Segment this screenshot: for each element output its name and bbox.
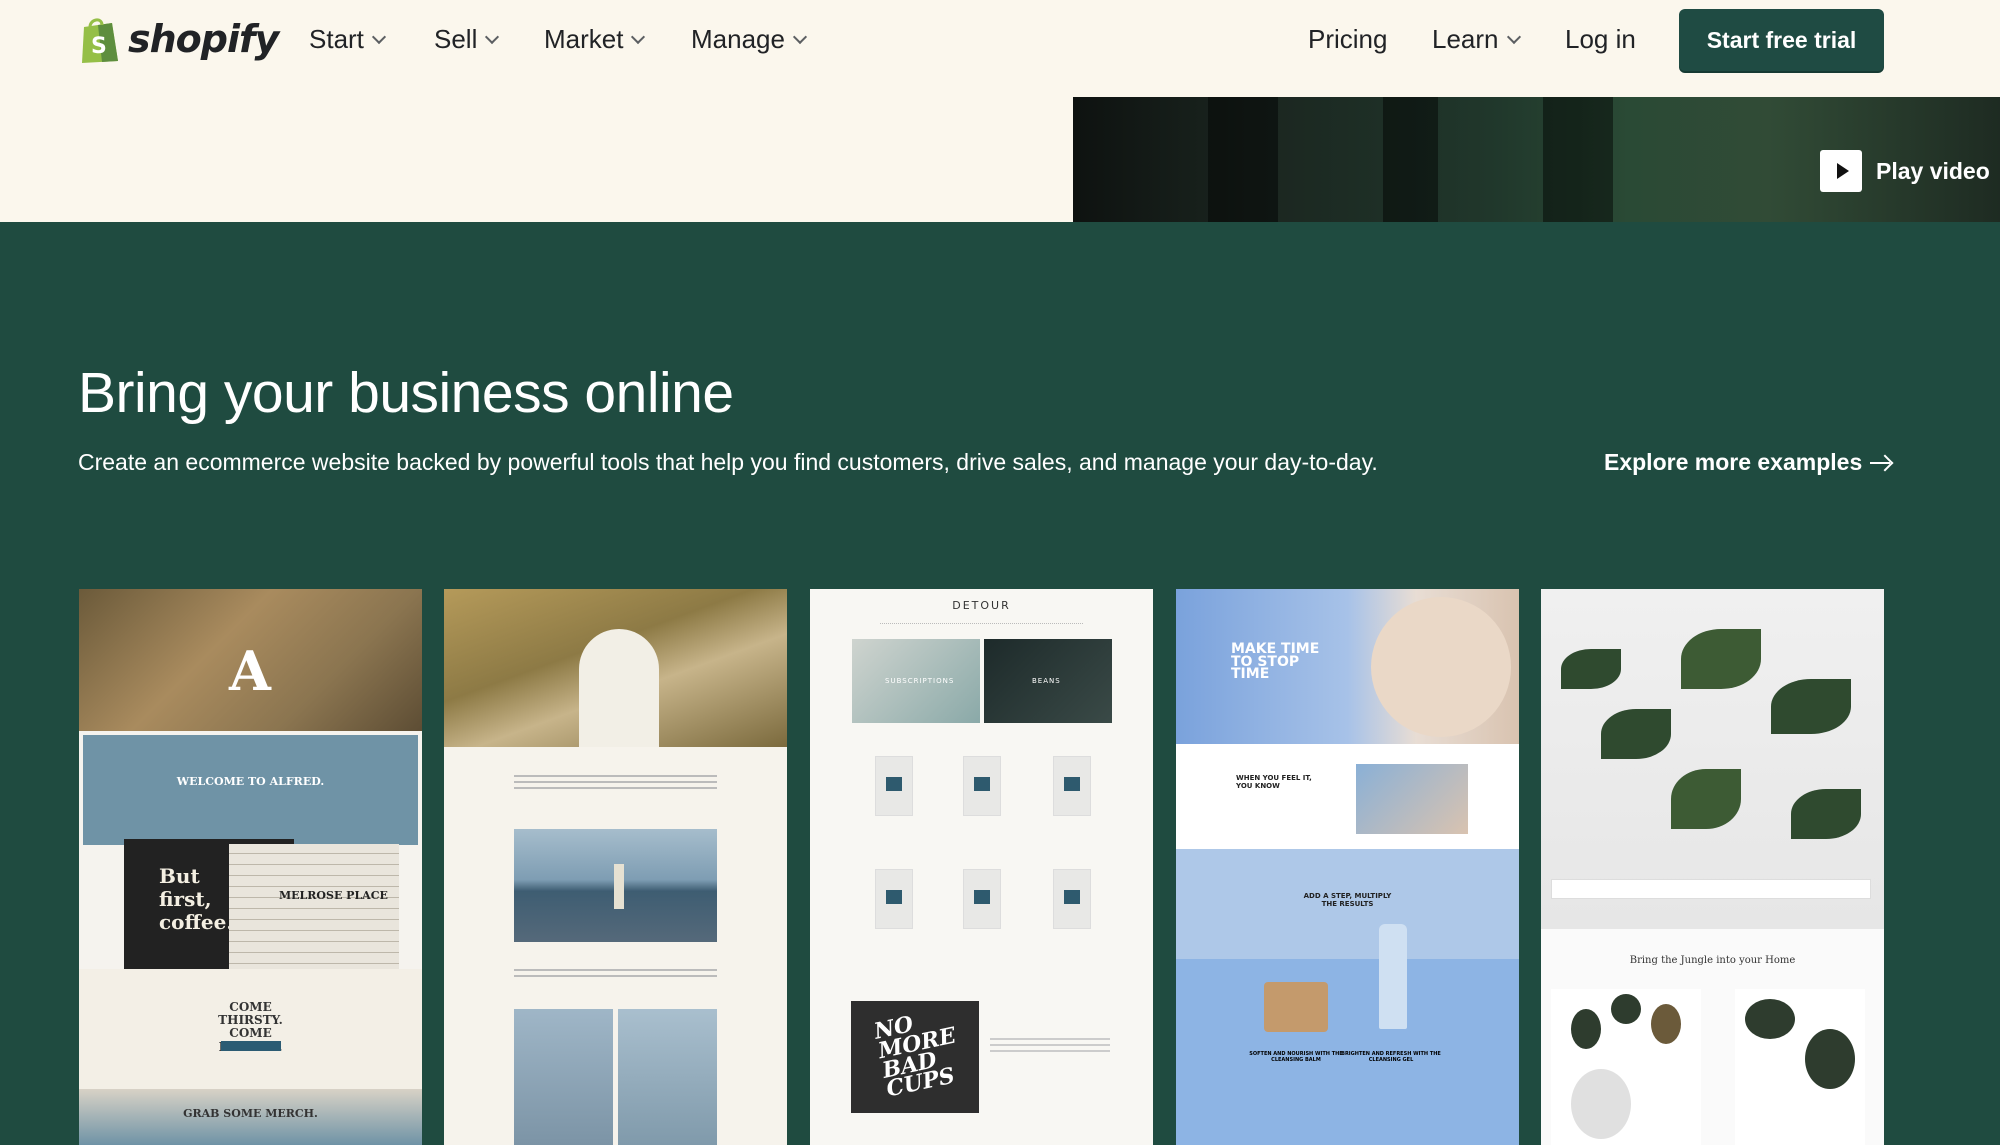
detour-beans-label: BEANS bbox=[1032, 677, 1061, 685]
jungle-leaf bbox=[1651, 1004, 1681, 1044]
nav-market-label: Market bbox=[544, 24, 624, 54]
jungle-leaf bbox=[1611, 994, 1641, 1024]
skincare-gel-tube bbox=[1379, 924, 1407, 1029]
skincare-model-face bbox=[1371, 597, 1511, 737]
detour-subscriptions-label: SUBSCRIPTIONS bbox=[885, 677, 955, 685]
shopify-logo[interactable]: S shopify bbox=[78, 14, 279, 64]
jungle-leaves-image bbox=[1551, 989, 1701, 1145]
chevron-down-icon bbox=[631, 29, 646, 44]
play-video-label: Play video bbox=[1876, 157, 1990, 184]
nav-login[interactable]: Log in bbox=[1565, 24, 1636, 55]
skincare-balm-caption: SOFTEN AND NOURISH WITH THE CLEANSING BA… bbox=[1249, 1051, 1343, 1063]
outdoor-intro-text bbox=[514, 771, 717, 793]
nav-sell-label: Sell bbox=[434, 24, 478, 54]
jungle-plant bbox=[1681, 629, 1761, 689]
skincare-when-text: WHEN YOU FEEL IT, YOU KNOW bbox=[1236, 774, 1312, 790]
video-frame-shadow bbox=[1543, 97, 1613, 222]
nav-pricing[interactable]: Pricing bbox=[1308, 24, 1387, 55]
jungle-shelf-image bbox=[1735, 989, 1865, 1145]
jungle-plant bbox=[1561, 649, 1621, 689]
chevron-down-icon bbox=[371, 29, 386, 44]
jungle-plant bbox=[1671, 769, 1741, 829]
detour-story-text bbox=[990, 1034, 1110, 1056]
jungle-pot bbox=[1805, 1029, 1855, 1089]
detour-product bbox=[963, 869, 1001, 929]
example-card-jungle[interactable]: Bring the Jungle into your Home bbox=[1541, 589, 1884, 1145]
skincare-balm-jar bbox=[1264, 982, 1328, 1032]
outdoor-model-figure bbox=[579, 629, 659, 747]
chevron-down-icon bbox=[1506, 29, 1521, 44]
shopify-bag-icon: S bbox=[78, 15, 122, 63]
outdoor-body-text bbox=[514, 965, 717, 981]
detour-product bbox=[963, 756, 1001, 816]
outdoor-lookbook-image-2 bbox=[618, 1009, 717, 1145]
arrow-right-icon bbox=[1870, 456, 1892, 470]
example-card-alfred[interactable]: A WELCOME TO ALFRED. But first, coffee. … bbox=[79, 589, 422, 1145]
skincare-portrait-image bbox=[1356, 764, 1468, 834]
alfred-logo: A bbox=[229, 639, 271, 703]
section-headline: Bring your business online bbox=[78, 361, 734, 425]
nav-learn-label: Learn bbox=[1432, 24, 1499, 54]
jungle-leaf bbox=[1571, 1009, 1601, 1049]
jungle-plant bbox=[1601, 709, 1671, 759]
jungle-pot bbox=[1745, 999, 1795, 1039]
nav-learn[interactable]: Learn bbox=[1432, 24, 1521, 55]
detour-no-more-bad-cups: NO MORE BAD CUPS bbox=[871, 1011, 959, 1103]
top-nav: S shopify Start Sell Market Manage Prici… bbox=[0, 0, 2000, 97]
nav-market[interactable]: Market bbox=[544, 24, 646, 55]
jungle-shelf bbox=[1551, 879, 1871, 899]
skincare-gel-caption: BRIGHTEN AND REFRESH WITH THE CLEANSING … bbox=[1341, 1051, 1441, 1063]
play-video-button[interactable]: Play video bbox=[1820, 150, 1990, 192]
jungle-leaf bbox=[1571, 1069, 1631, 1139]
logo-wordmark: shopify bbox=[128, 17, 279, 61]
detour-nav bbox=[880, 623, 1083, 625]
detour-product bbox=[875, 756, 913, 816]
detour-product bbox=[875, 869, 913, 929]
nav-start-label: Start bbox=[309, 24, 364, 54]
alfred-welcome-banner: WELCOME TO ALFRED. bbox=[83, 735, 418, 845]
detour-product bbox=[1053, 869, 1091, 929]
detour-product bbox=[1053, 756, 1091, 816]
alfred-merch-text: GRAB SOME MERCH. bbox=[183, 1107, 318, 1120]
alfred-menu-button bbox=[221, 1041, 281, 1051]
alfred-brick-image bbox=[229, 844, 399, 974]
jungle-plant bbox=[1791, 789, 1861, 839]
explore-more-examples-link[interactable]: Explore more examples bbox=[1604, 449, 1892, 476]
alfred-melrose-text: MELROSE PLACE bbox=[279, 889, 388, 902]
alfred-welcome-text: WELCOME TO ALFRED. bbox=[176, 775, 325, 788]
nav-pricing-label: Pricing bbox=[1308, 24, 1388, 54]
skincare-headline: MAKE TIME TO STOP TIME bbox=[1231, 641, 1320, 683]
outdoor-lookbook-image-1 bbox=[514, 1009, 613, 1145]
nav-sell[interactable]: Sell bbox=[434, 24, 500, 55]
jungle-plant bbox=[1771, 679, 1851, 734]
chevron-down-icon bbox=[485, 29, 500, 44]
example-card-skincare[interactable]: MAKE TIME TO STOP TIME WHEN YOU FEEL IT,… bbox=[1176, 589, 1519, 1145]
skincare-add-step-text: ADD A STEP, MULTIPLY THE RESULTS bbox=[1303, 892, 1392, 908]
video-frame-shadow bbox=[1208, 97, 1278, 222]
play-icon bbox=[1820, 150, 1862, 192]
nav-manage-label: Manage bbox=[691, 24, 785, 54]
svg-text:S: S bbox=[91, 34, 107, 59]
explore-label: Explore more examples bbox=[1604, 449, 1863, 475]
video-frame-shadow bbox=[1383, 97, 1438, 222]
nav-start[interactable]: Start bbox=[309, 24, 386, 55]
nav-manage[interactable]: Manage bbox=[691, 24, 808, 55]
example-card-outdoor[interactable] bbox=[444, 589, 787, 1145]
detour-brand: DETOUR bbox=[952, 599, 1011, 612]
start-free-trial-button[interactable]: Start free trial bbox=[1679, 9, 1884, 71]
jungle-tagline: Bring the Jungle into your Home bbox=[1629, 955, 1796, 966]
nav-login-label: Log in bbox=[1565, 24, 1636, 54]
chevron-down-icon bbox=[792, 29, 808, 44]
outdoor-beach-figure bbox=[614, 864, 624, 909]
section-subhead: Create an ecommerce website backed by po… bbox=[78, 449, 1378, 475]
example-card-detour[interactable]: DETOUR SUBSCRIPTIONS BEANS NO MORE BAD C… bbox=[810, 589, 1153, 1145]
